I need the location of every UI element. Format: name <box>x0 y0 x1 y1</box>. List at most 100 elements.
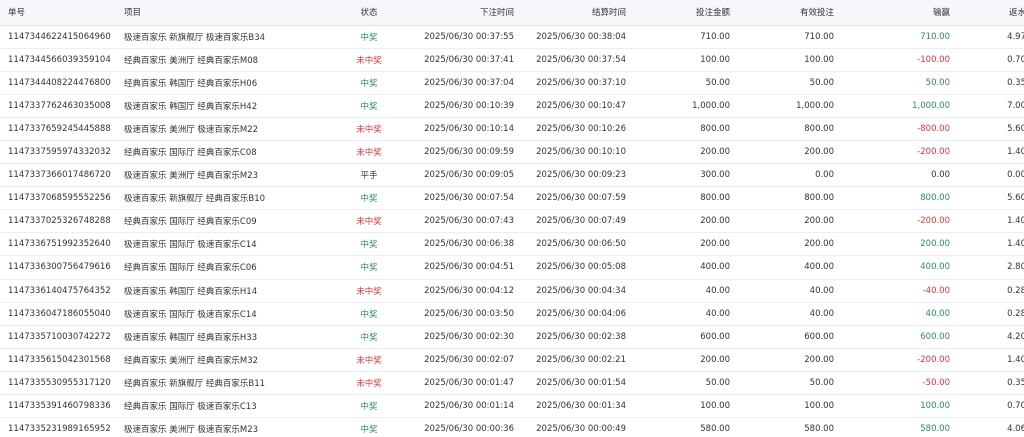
column-header-bet-time[interactable]: 下注时间 <box>408 0 520 26</box>
cell-item: 经典百家乐 国际厅 极速百家乐C13 <box>118 394 330 419</box>
table-row[interactable]: 1147336751992352640 极速百家乐 国际厅 极速百家乐C14 中奖 2… <box>0 232 1024 257</box>
table-row[interactable]: 1147337762463035008 极速百家乐 韩国厅 经典百家乐H42 中奖 2… <box>0 94 1024 118</box>
cell-rebate: 4.06 <box>956 417 1024 437</box>
cell-bet-amount: 200.00 <box>632 209 736 234</box>
cell-valid-bet: 40.00 <box>736 302 840 326</box>
cell-bet-amount: 100.00 <box>632 394 736 419</box>
cell-valid-bet: 800.00 <box>736 186 840 211</box>
column-header-rebate[interactable]: 返水 <box>956 0 1024 26</box>
cell-bet-time: 2025/06/30 00:03:50 <box>408 302 520 326</box>
cell-item: 极速百家乐 美洲厅 极速百家乐M22 <box>118 117 330 141</box>
cell-status: 中奖 <box>330 25 408 49</box>
cell-order-id: 1147337025326748288 <box>0 209 118 234</box>
cell-win-loss: 580.00 <box>840 417 956 437</box>
cell-item: 极速百家乐 国际厅 极速百家乐C14 <box>118 232 330 257</box>
cell-order-id: 1147335615042301568 <box>0 348 118 372</box>
cell-settle-time: 2025/06/30 00:09:23 <box>520 163 632 188</box>
cell-bet-time: 2025/06/30 00:00:36 <box>408 417 520 437</box>
cell-bet-time: 2025/06/30 00:37:04 <box>408 71 520 95</box>
cell-status: 中奖 <box>330 186 408 211</box>
table-row[interactable]: 1147344622415064960 极速百家乐 新旗舰厅 极速百家乐B34 中奖… <box>0 25 1024 49</box>
cell-status: 未中奖 <box>330 371 408 396</box>
cell-rebate: 1.40 <box>956 348 1024 372</box>
column-header-bet-amount[interactable]: 投注金额 <box>632 0 736 26</box>
column-header-item[interactable]: 项目 <box>118 0 330 26</box>
cell-win-loss: -100.00 <box>840 48 956 72</box>
cell-order-id: 1147337068595552256 <box>0 186 118 211</box>
cell-bet-time: 2025/06/30 00:37:55 <box>408 25 520 49</box>
column-header-id[interactable]: 单号 <box>0 0 118 26</box>
cell-bet-time: 2025/06/30 00:01:14 <box>408 394 520 419</box>
cell-order-id: 1147344566039359104 <box>0 48 118 72</box>
cell-win-loss: 0.00 <box>840 163 956 188</box>
column-header-win-loss[interactable]: 输赢 <box>840 0 956 26</box>
cell-win-loss: -200.00 <box>840 209 956 234</box>
cell-status: 中奖 <box>330 394 408 419</box>
cell-item: 经典百家乐 国际厅 经典百家乐C06 <box>118 255 330 280</box>
bet-records-table: 单号 项目 状态 下注时间 结算时间 投注金额 有效投注 输赢 返水 11473… <box>0 0 1024 437</box>
cell-status: 未中奖 <box>330 348 408 372</box>
cell-rebate: 0.28 <box>956 279 1024 303</box>
cell-valid-bet: 100.00 <box>736 394 840 419</box>
column-header-status[interactable]: 状态 <box>330 0 408 26</box>
cell-order-id: 1147344622415064960 <box>0 25 118 49</box>
cell-item: 经典百家乐 国际厅 经典百家乐C08 <box>118 140 330 165</box>
cell-status: 中奖 <box>330 417 408 437</box>
cell-bet-time: 2025/06/30 00:02:07 <box>408 348 520 372</box>
table-row[interactable]: 1147335530955317120 经典百家乐 新旗舰厅 经典百家乐B11 未中… <box>0 371 1024 396</box>
cell-bet-time: 2025/06/30 00:37:41 <box>408 48 520 72</box>
table-row[interactable]: 1147337068595552256 极速百家乐 新旗舰厅 经典百家乐B10 中奖… <box>0 186 1024 211</box>
table-row[interactable]: 1147337025326748288 经典百家乐 国际厅 经典百家乐C09 未中奖… <box>0 209 1024 234</box>
cell-settle-time: 2025/06/30 00:38:04 <box>520 25 632 49</box>
table-row[interactable]: 1147337366017486720 极速百家乐 美洲厅 经典百家乐M23 平手 2… <box>0 163 1024 188</box>
table-row[interactable]: 1147344408224476800 经典百家乐 韩国厅 经典百家乐H06 中奖 2… <box>0 71 1024 95</box>
cell-bet-time: 2025/06/30 00:07:54 <box>408 186 520 211</box>
cell-status: 未中奖 <box>330 279 408 303</box>
cell-rebate: 0.00 <box>956 163 1024 188</box>
cell-status: 未中奖 <box>330 48 408 72</box>
table-row[interactable]: 1147337595974332032 经典百家乐 国际厅 经典百家乐C08 未中奖… <box>0 140 1024 165</box>
cell-bet-amount: 40.00 <box>632 302 736 326</box>
column-header-valid-bet[interactable]: 有效投注 <box>736 0 840 26</box>
cell-bet-amount: 800.00 <box>632 117 736 141</box>
table-row[interactable]: 1147335391460798336 经典百家乐 国际厅 极速百家乐C13 中奖 2… <box>0 394 1024 419</box>
table-row[interactable]: 1147336300756479616 经典百家乐 国际厅 经典百家乐C06 中奖 2… <box>0 255 1024 280</box>
cell-item: 极速百家乐 新旗舰厅 极速百家乐B34 <box>118 25 330 49</box>
table-row[interactable]: 1147335615042301568 经典百家乐 美洲厅 经典百家乐M32 未中奖… <box>0 348 1024 372</box>
table-row[interactable]: 1147336140475764352 极速百家乐 韩国厅 经典百家乐H14 未中奖… <box>0 279 1024 303</box>
table-row[interactable]: 1147335231989165952 极速百家乐 美洲厅 极速百家乐M23 中奖 2… <box>0 417 1024 437</box>
cell-win-loss: 400.00 <box>840 255 956 280</box>
cell-bet-time: 2025/06/30 00:06:38 <box>408 232 520 257</box>
cell-item: 极速百家乐 韩国厅 经典百家乐H14 <box>118 279 330 303</box>
cell-valid-bet: 1,000.00 <box>736 94 840 118</box>
table-row[interactable]: 1147336047186055040 极速百家乐 国际厅 极速百家乐C14 中奖 2… <box>0 302 1024 326</box>
cell-status: 中奖 <box>330 232 408 257</box>
cell-rebate: 4.20 <box>956 325 1024 349</box>
cell-valid-bet: 50.00 <box>736 71 840 95</box>
cell-rebate: 7.00 <box>956 94 1024 118</box>
cell-rebate: 1.40 <box>956 232 1024 257</box>
cell-valid-bet: 800.00 <box>736 117 840 141</box>
cell-bet-amount: 50.00 <box>632 71 736 95</box>
cell-settle-time: 2025/06/30 00:06:50 <box>520 232 632 257</box>
cell-rebate: 1.40 <box>956 140 1024 165</box>
cell-bet-time: 2025/06/30 00:07:43 <box>408 209 520 234</box>
table-row[interactable]: 1147344566039359104 经典百家乐 美洲厅 经典百家乐M08 未中奖… <box>0 48 1024 72</box>
cell-valid-bet: 400.00 <box>736 255 840 280</box>
cell-valid-bet: 200.00 <box>736 348 840 372</box>
cell-rebate: 0.70 <box>956 48 1024 72</box>
cell-settle-time: 2025/06/30 00:10:47 <box>520 94 632 118</box>
cell-settle-time: 2025/06/30 00:37:10 <box>520 71 632 95</box>
cell-bet-time: 2025/06/30 00:04:12 <box>408 279 520 303</box>
table-row[interactable]: 1147337659245445888 极速百家乐 美洲厅 极速百家乐M22 未中奖… <box>0 117 1024 141</box>
cell-item: 极速百家乐 国际厅 极速百家乐C14 <box>118 302 330 326</box>
cell-bet-amount: 40.00 <box>632 279 736 303</box>
bet-records-grid: 单号 项目 状态 下注时间 结算时间 投注金额 有效投注 输赢 返水 11473… <box>0 0 1024 437</box>
cell-win-loss: 100.00 <box>840 394 956 419</box>
column-header-settle-time[interactable]: 结算时间 <box>520 0 632 26</box>
table-row[interactable]: 1147335710030742272 极速百家乐 韩国厅 经典百家乐H33 中奖 2… <box>0 325 1024 349</box>
cell-rebate: 0.28 <box>956 302 1024 326</box>
cell-valid-bet: 200.00 <box>736 140 840 165</box>
cell-valid-bet: 50.00 <box>736 371 840 396</box>
cell-order-id: 1147336047186055040 <box>0 302 118 326</box>
